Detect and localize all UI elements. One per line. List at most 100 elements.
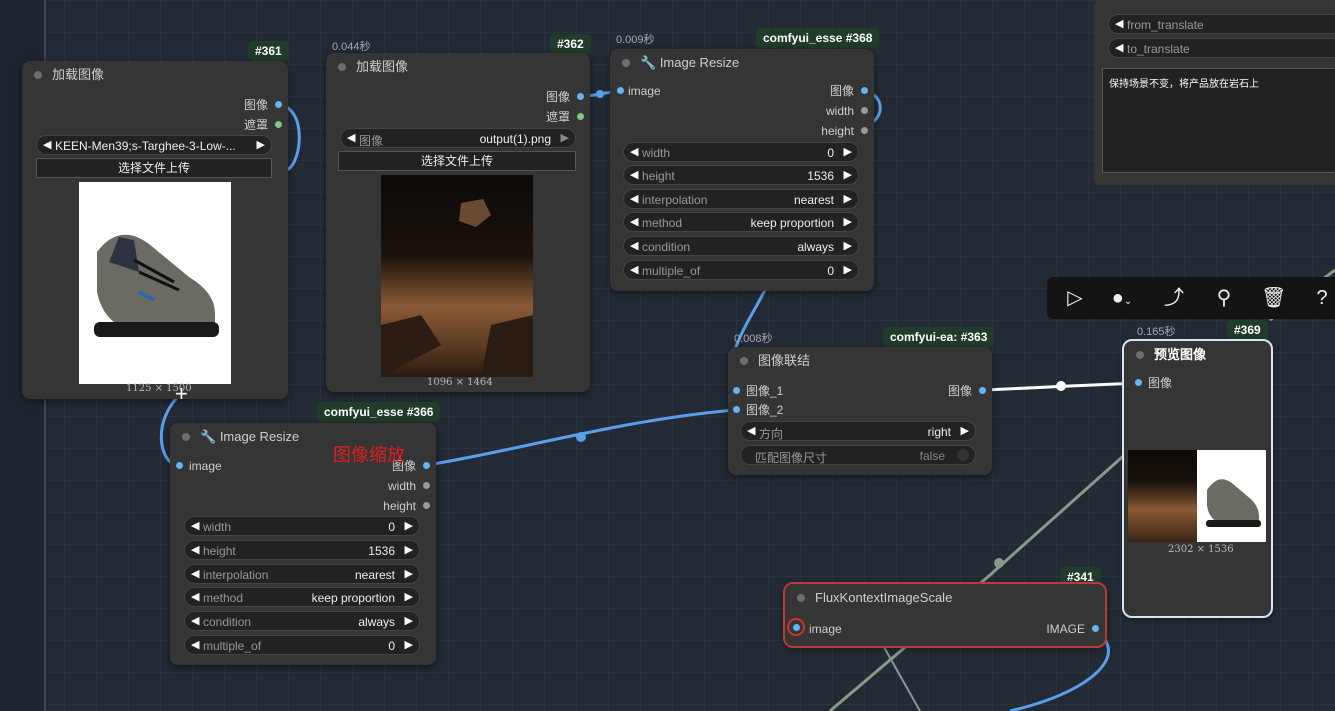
crosshair-cursor-icon: + <box>175 381 188 406</box>
output-height-dot[interactable] <box>423 502 430 509</box>
input-image2-slot[interactable]: 图像_2 <box>746 401 783 419</box>
output-width-slot[interactable]: width <box>388 477 416 495</box>
condition-widget[interactable]: ◀ condition always ▶ <box>184 611 420 631</box>
execution-time: 0.008秒 <box>734 333 773 345</box>
collapse-dot-icon[interactable] <box>797 594 805 602</box>
image-resize-node-368[interactable]: 🔧 Image Resize image 图像 width height ◀ wi… <box>610 49 874 291</box>
trash-icon[interactable]: 🗑 <box>1261 286 1286 310</box>
wrench-icon: 🔧 <box>200 429 220 444</box>
color-circle-icon[interactable]: ●⌄ <box>1105 286 1139 310</box>
output-image-dot[interactable] <box>979 387 986 394</box>
load-image-node-362[interactable]: 加载图像 图像 遮罩 ◀ 图像 output(1).png ▶ 选择文件上传 1… <box>326 53 590 392</box>
output-mask-dot[interactable] <box>577 113 584 120</box>
method-widget[interactable]: ◀ method keep proportion ▶ <box>184 587 420 607</box>
execution-time: 0.009秒 <box>616 34 655 46</box>
output-image-dot[interactable] <box>1092 625 1099 632</box>
input-image-dot[interactable] <box>176 462 183 469</box>
pin-icon[interactable]: ⚲ <box>1212 286 1236 310</box>
play-icon[interactable]: ▷ <box>1063 286 1087 310</box>
output-image-dot[interactable] <box>861 87 868 94</box>
node-id-badge: #369 <box>1227 320 1268 340</box>
collapse-dot-icon[interactable] <box>182 433 190 441</box>
node-title[interactable]: 预览图像 <box>1124 341 1271 369</box>
output-image-slot[interactable]: IMAGE <box>1046 620 1085 638</box>
output-image-slot[interactable]: 图像 <box>830 82 854 100</box>
output-height-dot[interactable] <box>861 127 868 134</box>
output-mask-slot[interactable]: 遮罩 <box>546 108 570 126</box>
rock-illustration <box>381 199 533 377</box>
output-mask-slot[interactable]: 遮罩 <box>244 116 268 134</box>
execution-time: 0.165秒 <box>1137 326 1176 338</box>
translate-node[interactable]: ◀ from_translate ◀ to_translate 保持场景不变，将… <box>1094 0 1335 185</box>
prompt-text: 保持场景不变，将产品放在岩石上 <box>1109 79 1259 90</box>
direction-widget[interactable]: ◀ 方向 right ▶ <box>740 421 976 441</box>
node-title[interactable]: 🔧 Image Resize <box>610 49 874 77</box>
node-title[interactable]: 图像联结 <box>728 347 992 375</box>
shoe-illustration <box>94 234 219 337</box>
file-select-widget[interactable]: ◀ 图像 output(1).png ▶ <box>340 128 576 148</box>
wrench-icon: 🔧 <box>640 55 660 70</box>
multiple-of-widget[interactable]: ◀ multiple_of 0 ▶ <box>184 635 420 655</box>
input-image2-dot[interactable] <box>733 406 740 413</box>
collapse-dot-icon[interactable] <box>338 63 346 71</box>
output-width-dot[interactable] <box>861 107 868 114</box>
output-image-slot[interactable]: 图像 <box>546 88 570 106</box>
input-image-slot[interactable]: image <box>189 457 222 475</box>
output-image-dot[interactable] <box>275 101 282 108</box>
output-mask-dot[interactable] <box>275 121 282 128</box>
interpolation-widget[interactable]: ◀ interpolation nearest ▶ <box>623 189 859 209</box>
input-image-dot[interactable] <box>1135 379 1142 386</box>
upload-button[interactable]: 选择文件上传 <box>338 151 576 171</box>
prompt-textarea[interactable]: 保持场景不变，将产品放在岩石上 <box>1102 68 1335 173</box>
output-image-slot[interactable]: 图像 <box>948 382 972 400</box>
node-title[interactable]: 加载图像 <box>326 53 590 81</box>
width-widget[interactable]: ◀ width 0 ▶ <box>184 516 420 536</box>
toggle-knob-icon[interactable] <box>957 449 969 461</box>
input-image-dot[interactable] <box>617 87 624 94</box>
input-image-dot[interactable] <box>793 624 800 631</box>
help-icon[interactable]: ? <box>1310 286 1334 310</box>
node-id-badge: #361 <box>248 41 289 61</box>
input-image1-dot[interactable] <box>733 387 740 394</box>
height-widget[interactable]: ◀ height 1536 ▶ <box>184 540 420 560</box>
bypass-icon[interactable]: ⤴ <box>1162 286 1186 310</box>
node-title[interactable]: FluxKontextImageScale <box>785 584 1105 612</box>
width-widget[interactable]: ◀ width 0 ▶ <box>623 142 859 162</box>
from-translate-widget[interactable]: ◀ from_translate <box>1108 14 1335 34</box>
node-id-badge: comfyui-ea: #363 <box>883 327 995 347</box>
collapse-dot-icon[interactable] <box>1136 351 1144 359</box>
selection-toolbar: ▷ ●⌄ ⤴ ⚲ 🗑 ? <box>1047 277 1335 319</box>
output-image-dot[interactable] <box>423 462 430 469</box>
collapse-dot-icon[interactable] <box>740 357 748 365</box>
collapse-dot-icon[interactable] <box>622 59 630 67</box>
flux-kontext-image-scale-node-341[interactable]: FluxKontextImageScale image IMAGE <box>783 582 1107 648</box>
image-size-caption: 1096 × 1464 <box>427 377 493 388</box>
input-image-slot[interactable]: 图像 <box>1148 374 1172 392</box>
red-annotation-label: 图像缩放 <box>333 445 405 465</box>
node-id-badge: comfyui_esse #368 <box>756 28 880 48</box>
node-title[interactable]: 加载图像 <box>22 61 288 89</box>
collapse-dot-icon[interactable] <box>34 71 42 79</box>
load-image-node-361[interactable]: 加载图像 图像 遮罩 ◀ KEEN-Men39;s-Targhee-3-Low-… <box>22 61 288 399</box>
height-widget[interactable]: ◀ height 1536 ▶ <box>623 165 859 185</box>
output-height-slot[interactable]: height <box>821 122 854 140</box>
output-image-slot[interactable]: 图像 <box>244 96 268 114</box>
output-image-dot[interactable] <box>577 93 584 100</box>
output-width-slot[interactable]: width <box>826 102 854 120</box>
multiple-of-widget[interactable]: ◀ multiple_of 0 ▶ <box>623 260 859 280</box>
file-select-widget[interactable]: ◀ KEEN-Men39;s-Targhee-3-Low-... ▶ <box>36 135 272 155</box>
preview-image-node-369[interactable]: 预览图像 图像 2302 × 1536 <box>1122 339 1273 618</box>
method-widget[interactable]: ◀ method keep proportion ▶ <box>623 212 859 232</box>
preview-desert-half <box>1128 450 1197 542</box>
input-image1-slot[interactable]: 图像_1 <box>746 382 783 400</box>
output-width-dot[interactable] <box>423 482 430 489</box>
match-size-toggle[interactable]: 匹配图像尺寸 false <box>740 445 976 465</box>
to-translate-widget[interactable]: ◀ to_translate <box>1108 38 1335 58</box>
output-height-slot[interactable]: height <box>383 497 416 515</box>
upload-button[interactable]: 选择文件上传 <box>36 158 272 178</box>
image-concat-node-363[interactable]: 图像联结 图像_1 图像_2 图像 ◀ 方向 right ▶ 匹配图像尺寸 false <box>728 347 992 475</box>
input-image-slot[interactable]: image <box>809 620 842 638</box>
interpolation-widget[interactable]: ◀ interpolation nearest ▶ <box>184 564 420 584</box>
condition-widget[interactable]: ◀ condition always ▶ <box>623 236 859 256</box>
input-image-slot[interactable]: image <box>628 82 661 100</box>
